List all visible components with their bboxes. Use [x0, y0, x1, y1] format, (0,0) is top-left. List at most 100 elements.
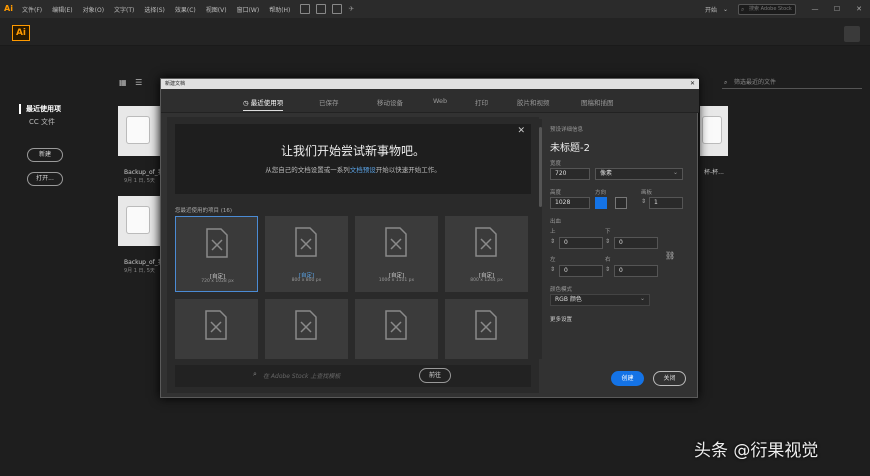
menu-select[interactable]: 选择(S) [144, 5, 165, 14]
recent-file-thumb[interactable] [700, 106, 728, 156]
document-icon [295, 227, 317, 257]
artboards-input[interactable]: 1 [649, 197, 683, 209]
banner-text: 从您自己的文档设置或一系列 [265, 166, 350, 174]
preset-tabs: ◷ 最近使用项 已保存 移动设备 Web 打印 胶片和视频 图稿和插图 [161, 89, 699, 113]
sidebar-item-recent[interactable]: 最近使用项 [19, 104, 61, 114]
stepper-icon[interactable]: ⇕ [605, 266, 610, 273]
preset-card[interactable]: [自定] 800 x 1244 px [445, 216, 528, 292]
tab-web[interactable]: Web [433, 97, 447, 105]
height-label: 高度 [550, 190, 562, 196]
gpu-icon[interactable]: ✈ [348, 5, 354, 13]
bleed-label: 出血 [550, 219, 562, 225]
document-presets-link[interactable]: 文档预设 [350, 166, 376, 174]
ai-logo: Ai [12, 25, 30, 41]
unit-select[interactable]: 像素 [595, 168, 683, 180]
banner-text: 开始以快速开始工作。 [375, 166, 441, 174]
stepper-icon[interactable]: ⇕ [605, 238, 610, 245]
home-sidebar: 最近使用项 CC 文件 [19, 104, 61, 127]
bleed-left-input[interactable]: 0 [559, 265, 603, 277]
new-button[interactable]: 新建 [27, 148, 63, 162]
document-icon [206, 228, 228, 258]
recent-file-name: Backup_of_我 [124, 259, 164, 266]
view-toggle: ▦ ☰ [119, 78, 142, 87]
banner-heading: 让我们开始尝试新事物吧。 [280, 144, 425, 158]
menu-object[interactable]: 对象(O) [83, 5, 104, 14]
bridge-icon[interactable] [300, 4, 311, 14]
menu-type[interactable]: 文字(T) [114, 5, 134, 14]
tab-saved[interactable]: 已保存 [319, 97, 339, 107]
dialog-title: 新建文档 [165, 81, 186, 87]
open-button[interactable]: 打开... [27, 172, 63, 186]
preset-card[interactable] [265, 299, 348, 359]
stepper-icon[interactable]: ⇕ [641, 198, 646, 205]
tab-recent[interactable]: ◷ 最近使用项 [243, 97, 284, 111]
minimize-button[interactable]: — [804, 5, 826, 13]
bleed-right-input[interactable]: 0 [614, 265, 658, 277]
stepper-icon[interactable]: ⇕ [550, 238, 555, 245]
recent-file-thumb[interactable] [118, 196, 160, 246]
recent-file-thumb[interactable] [118, 106, 160, 156]
go-button[interactable]: 前往 [419, 368, 451, 383]
recent-file-date: 9月 1 日, 5天 [124, 178, 155, 184]
orientation-label: 方向 [595, 190, 607, 196]
tab-film-video[interactable]: 胶片和视频 [517, 97, 550, 107]
tab-mobile[interactable]: 移动设备 [377, 97, 403, 107]
link-icon[interactable]: ⛓ [665, 251, 675, 260]
more-settings-link[interactable]: 更多设置 [550, 315, 572, 323]
scrollbar-thumb[interactable] [539, 127, 542, 207]
bleed-bottom-input[interactable]: 0 [614, 237, 658, 249]
dialog-close-icon[interactable]: ✕ [690, 79, 695, 89]
tab-print[interactable]: 打印 [475, 97, 488, 107]
scrollbar[interactable] [539, 119, 542, 359]
bleed-left-label: 左 [550, 257, 556, 263]
arrange-icon[interactable] [332, 4, 343, 14]
banner-subtext: 从您自己的文档设置或一系列文档预设开始以快速开始工作。 [175, 164, 531, 174]
preset-details-label: 预设详细信息 [550, 127, 584, 133]
bleed-top-input[interactable]: 0 [559, 237, 603, 249]
recent-file-name: 杯-杯... [704, 169, 724, 176]
preset-card[interactable]: [自定] 800 x 800 px [265, 216, 348, 292]
width-input[interactable]: 720 [550, 168, 590, 180]
tab-art-illustration[interactable]: 图稿和插图 [581, 97, 614, 107]
stepper-icon[interactable]: ⇕ [550, 266, 555, 273]
preset-card[interactable]: [自定] 720 x 1028 px [175, 216, 258, 292]
sidebar-item-cc-files[interactable]: CC 文件 [24, 117, 61, 127]
cup-image [702, 116, 722, 144]
preset-card[interactable] [175, 299, 258, 359]
create-button[interactable]: 创建 [611, 371, 644, 386]
workspace-switcher[interactable]: 开始 [705, 5, 717, 14]
height-input[interactable]: 1028 [550, 197, 590, 209]
close-button[interactable]: 关闭 [653, 371, 686, 386]
grid-view-icon[interactable]: ▦ [119, 78, 127, 87]
app-icon: Ai [4, 4, 13, 13]
new-document-dialog: 新建文档 ✕ ◷ 最近使用项 已保存 移动设备 Web 打印 胶片和视频 图稿和… [160, 78, 699, 398]
stock-icon[interactable] [316, 4, 327, 14]
color-mode-select[interactable]: RGB 颜色 [550, 294, 650, 306]
menu-effect[interactable]: 效果(C) [175, 5, 196, 14]
preset-size: 720 x 1028 px [201, 279, 234, 284]
menu-view[interactable]: 视图(V) [206, 5, 227, 14]
menu-edit[interactable]: 编辑(E) [52, 5, 72, 14]
bleed-right-label: 右 [605, 257, 611, 263]
menu-help[interactable]: 帮助(H) [269, 5, 290, 14]
banner-close-icon[interactable]: ✕ [517, 126, 525, 136]
app-bar [0, 18, 870, 46]
preset-card[interactable]: [自定] 1006 x 1101 px [355, 216, 438, 292]
portrait-toggle[interactable] [595, 197, 607, 209]
stock-search-input[interactable]: 搜索 Adobe Stock [738, 3, 796, 15]
stock-search-field[interactable]: 在 Adobe Stock 上查找模板 [263, 371, 340, 380]
menu-file[interactable]: 文件(F) [22, 5, 42, 14]
document-name-field[interactable]: 未标题-2 [550, 139, 590, 154]
panel-toggle-button[interactable] [844, 26, 860, 42]
preset-card[interactable] [355, 299, 438, 359]
preset-card[interactable] [445, 299, 528, 359]
landscape-toggle[interactable] [615, 197, 627, 209]
search-icon: ⌕ [253, 370, 257, 378]
close-window-button[interactable]: ✕ [848, 5, 870, 13]
bleed-top-label: 上 [550, 229, 556, 235]
maximize-button[interactable]: ☐ [826, 5, 848, 13]
document-icon [385, 310, 407, 340]
menu-window[interactable]: 窗口(W) [237, 5, 260, 14]
list-view-icon[interactable]: ☰ [135, 78, 142, 87]
filter-recent-input[interactable]: 筛选最近的文件 [722, 77, 862, 89]
